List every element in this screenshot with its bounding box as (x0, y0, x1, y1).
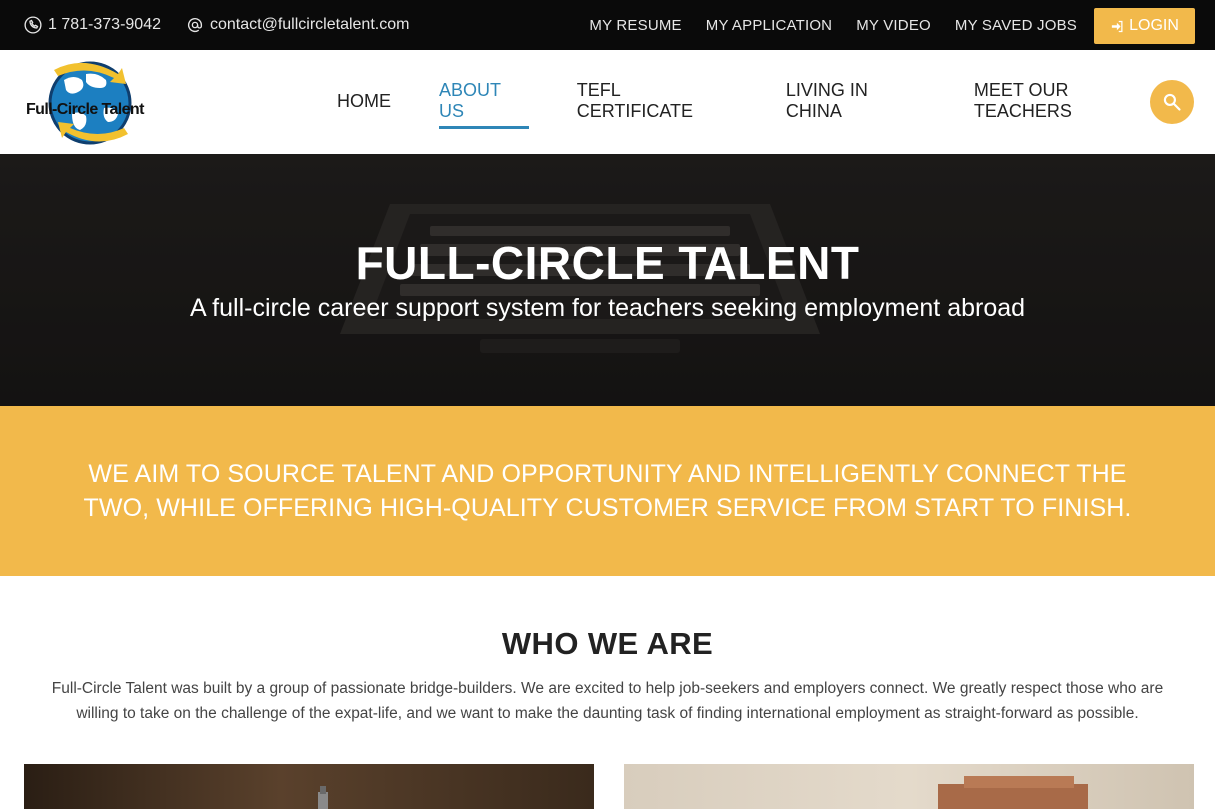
phone-contact[interactable]: 1 781-373-9042 (24, 0, 161, 50)
account-links: MY RESUME MY APPLICATION MY VIDEO MY SAV… (589, 0, 1077, 50)
team-photo-right (624, 764, 1194, 809)
nav-home[interactable]: HOME (337, 91, 391, 114)
my-resume-link[interactable]: MY RESUME (589, 17, 681, 34)
logo-text: Full-Circle Talent (26, 101, 144, 118)
who-we-are-text: Full-Circle Talent was built by a group … (51, 680, 1164, 722)
my-video-link[interactable]: MY VIDEO (856, 17, 931, 34)
main-navigation: HOME ABOUT US TEFL CERTIFICATE LIVING IN… (337, 50, 1215, 154)
site-header: Full-Circle Talent HOME ABOUT US TEFL CE… (0, 50, 1215, 154)
team-photo-left (24, 764, 594, 809)
nav-meet-our-teachers[interactable]: MEET OUR TEACHERS (974, 80, 1167, 124)
books-image (938, 776, 1088, 809)
email-contact[interactable]: contact@fullcircletalent.com (186, 0, 409, 50)
hero-banner: FULL-CIRCLE TALENT A full-circle career … (0, 154, 1215, 406)
search-icon (1163, 93, 1181, 111)
search-button[interactable] (1150, 80, 1194, 124)
at-icon (187, 17, 203, 33)
sign-in-icon (1111, 20, 1123, 32)
hero-subtitle: A full-circle career support system for … (189, 294, 1026, 322)
mission-banner: WE AIM TO SOURCE TALENT AND OPPORTUNITY … (0, 406, 1215, 576)
login-button[interactable]: LOGIN (1094, 8, 1195, 44)
who-we-are-heading: WHO WE ARE (501, 626, 714, 661)
nav-about-us[interactable]: ABOUT US (439, 80, 529, 129)
bottle-image (318, 786, 328, 809)
login-label: LOGIN (1129, 17, 1179, 34)
nav-living-in-china[interactable]: LIVING IN CHINA (786, 80, 926, 124)
mission-statement: WE AIM TO SOURCE TALENT AND OPPORTUNITY … (83, 460, 1132, 522)
my-application-link[interactable]: MY APPLICATION (706, 17, 832, 34)
top-bar: 1 781-373-9042 contact@fullcircletalent.… (0, 0, 1215, 50)
site-logo[interactable]: Full-Circle Talent (24, 60, 154, 146)
phone-icon (24, 16, 42, 34)
nav-tefl-certificate[interactable]: TEFL CERTIFICATE (577, 80, 738, 124)
phone-number: 1 781-373-9042 (48, 16, 161, 33)
hero-title: FULL-CIRCLE TALENT (355, 237, 860, 289)
email-address: contact@fullcircletalent.com (210, 16, 410, 33)
my-saved-jobs-link[interactable]: MY SAVED JOBS (955, 17, 1077, 34)
